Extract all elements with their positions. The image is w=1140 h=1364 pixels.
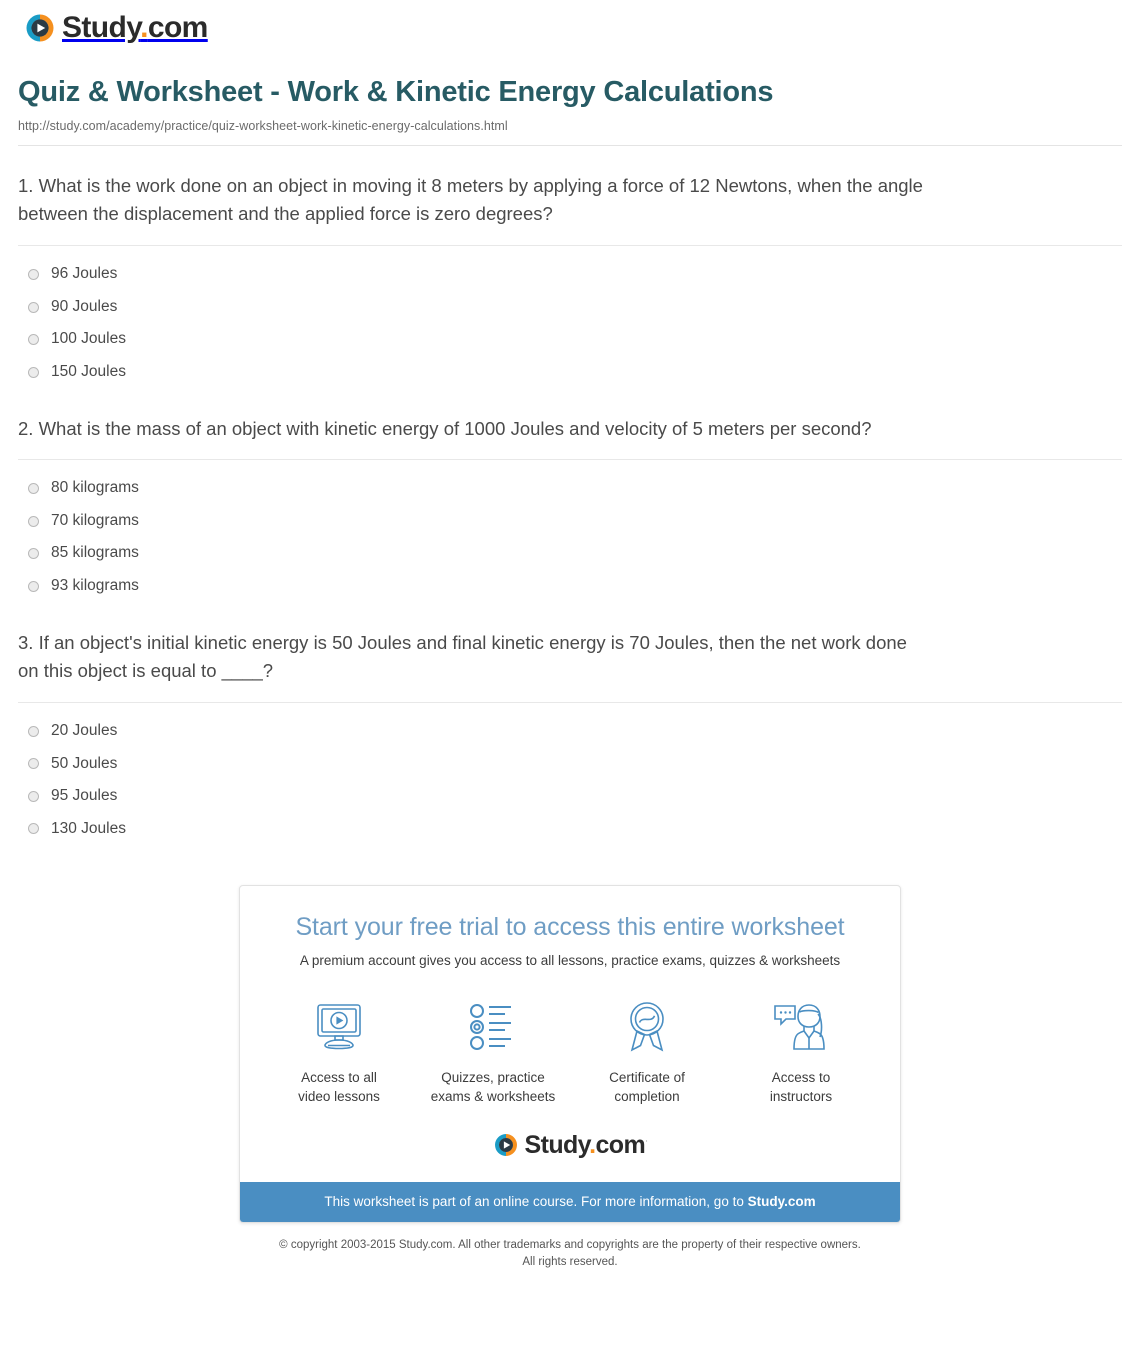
promo-logo-link[interactable]: Study.com· [493, 1132, 648, 1158]
site-logo-wordmark: Study.com [62, 13, 208, 43]
play-circle-icon [26, 14, 54, 42]
logo-word-main: Study [524, 1130, 590, 1159]
site-header: Study.com [0, 0, 1140, 49]
radio-button-icon[interactable] [28, 334, 39, 346]
radio-button-icon[interactable] [28, 482, 39, 494]
quiz-body: 1. What is the work done on an object in… [0, 146, 1140, 845]
option-list: 20 Joules 50 Joules 95 Joules 130 Joules [18, 703, 1122, 845]
feature-label: Access to instructors [724, 1068, 878, 1106]
promo-header: Start your free trial to access this ent… [240, 886, 900, 970]
question-text: 1. What is the work done on an object in… [18, 174, 923, 225]
radio-button-icon[interactable] [28, 548, 39, 560]
site-logo[interactable]: Study.com [24, 12, 208, 44]
title-block: Quiz & Worksheet - Work & Kinetic Energy… [0, 49, 1140, 133]
option-row[interactable]: 20 Joules [18, 715, 1122, 748]
radio-button-icon[interactable] [28, 268, 39, 280]
monitor-play-icon [262, 996, 416, 1058]
option-label: 96 Joules [51, 265, 118, 283]
radio-button-icon[interactable] [28, 790, 39, 802]
award-ribbon-icon [570, 996, 724, 1058]
option-label: 90 Joules [51, 297, 118, 315]
option-list: 96 Joules 90 Joules 100 Joules 150 Joule… [18, 246, 1122, 388]
promo-feature-list: Access to all video lessons Quizzes, prac… [240, 970, 900, 1106]
promo-card-wrapper: Start your free trial to access this ent… [0, 845, 1140, 1224]
quiz-list-icon [416, 996, 570, 1058]
question-block-2: 2. What is the mass of an object with ki… [18, 389, 1122, 603]
option-label: 50 Joules [51, 754, 118, 772]
promo-logo-wordmark: Study.com· [524, 1130, 649, 1159]
promo-bar-brand[interactable]: Study.com [748, 1194, 816, 1209]
promo-logo: Study.com· [240, 1106, 900, 1182]
copyright-notice: © copyright 2003-2015 Study.com. All oth… [0, 1223, 1140, 1270]
option-row[interactable]: 85 kilograms [18, 537, 1122, 570]
option-row[interactable]: 80 kilograms [18, 472, 1122, 505]
radio-button-icon[interactable] [28, 580, 39, 592]
option-row[interactable]: 90 Joules [18, 291, 1122, 324]
feature-label-line1: Certificate of [609, 1069, 685, 1085]
promo-title: Start your free trial to access this ent… [295, 913, 845, 942]
option-label: 95 Joules [51, 787, 118, 805]
instructor-chat-icon [724, 996, 878, 1058]
feature-label-line2: completion [614, 1088, 680, 1104]
option-label: 150 Joules [51, 362, 126, 380]
radio-button-icon[interactable] [28, 515, 39, 527]
page-url: http://study.com/academy/practice/quiz-w… [18, 118, 508, 133]
promo-bar-text: This worksheet is part of an online cour… [324, 1194, 748, 1210]
feature-label-line2: instructors [769, 1088, 833, 1104]
page-title: Quiz & Worksheet - Work & Kinetic Energy… [18, 76, 774, 108]
question-text: 2. What is the mass of an object with ki… [18, 417, 872, 439]
copyright-line-1: © copyright 2003-2015 Study.com. All oth… [279, 1239, 861, 1252]
option-row[interactable]: 96 Joules [18, 258, 1122, 291]
option-row[interactable]: 130 Joules [18, 813, 1122, 846]
option-label: 130 Joules [51, 819, 126, 837]
option-label: 85 kilograms [51, 544, 139, 562]
play-circle-icon [494, 1134, 517, 1157]
radio-button-icon[interactable] [28, 725, 39, 737]
feature-quizzes: Quizzes, practice exams & worksheets [416, 996, 570, 1106]
option-label: 70 kilograms [51, 511, 139, 529]
copyright-line-2: All rights reserved. [522, 1256, 618, 1268]
logo-word-tld: com [147, 11, 208, 44]
option-label: 80 kilograms [51, 479, 139, 497]
logo-word-dot: . [140, 11, 148, 44]
question-block-1: 1. What is the work done on an object in… [18, 146, 1122, 389]
option-label: 93 kilograms [51, 576, 139, 594]
radio-button-icon[interactable] [28, 301, 39, 313]
option-row[interactable]: 95 Joules [18, 780, 1122, 813]
trademark-mark: · [645, 1135, 648, 1146]
question-block-3: 3. If an object's initial kinetic energy… [18, 603, 1122, 846]
promo-footer-bar[interactable]: This worksheet is part of an online cour… [240, 1182, 900, 1223]
option-row[interactable]: 70 kilograms [18, 505, 1122, 538]
option-row[interactable]: 150 Joules [18, 356, 1122, 389]
question-text: 3. If an object's initial kinetic energy… [18, 631, 907, 682]
feature-video-lessons: Access to all video lessons [262, 996, 416, 1106]
feature-label: Access to all video lessons [262, 1068, 416, 1106]
feature-label-line2: video lessons [298, 1088, 380, 1104]
radio-button-icon[interactable] [28, 823, 39, 835]
feature-label: Certificate of completion [570, 1068, 724, 1106]
radio-button-icon[interactable] [28, 366, 39, 378]
promo-subtitle: A premium account gives you access to al… [299, 953, 841, 969]
option-row[interactable]: 100 Joules [18, 323, 1122, 356]
option-row[interactable]: 50 Joules [18, 748, 1122, 781]
feature-certificate: Certificate of completion [570, 996, 724, 1106]
option-list: 80 kilograms 70 kilograms 85 kilograms 9… [18, 460, 1122, 602]
option-row[interactable]: 93 kilograms [18, 570, 1122, 603]
feature-label: Quizzes, practice exams & worksheets [416, 1068, 570, 1106]
feature-label-line1: Access to all [301, 1069, 377, 1085]
feature-label-line2: exams & worksheets [430, 1088, 556, 1104]
option-label: 20 Joules [51, 721, 118, 739]
radio-button-icon[interactable] [28, 758, 39, 770]
feature-label-line1: Access to [771, 1069, 831, 1085]
feature-label-line1: Quizzes, practice [441, 1069, 545, 1085]
option-label: 100 Joules [51, 330, 126, 348]
promo-card: Start your free trial to access this ent… [239, 885, 901, 1224]
logo-word-main: Study [62, 11, 141, 44]
feature-instructors: Access to instructors [724, 996, 878, 1106]
logo-word-tld: com [595, 1130, 646, 1159]
